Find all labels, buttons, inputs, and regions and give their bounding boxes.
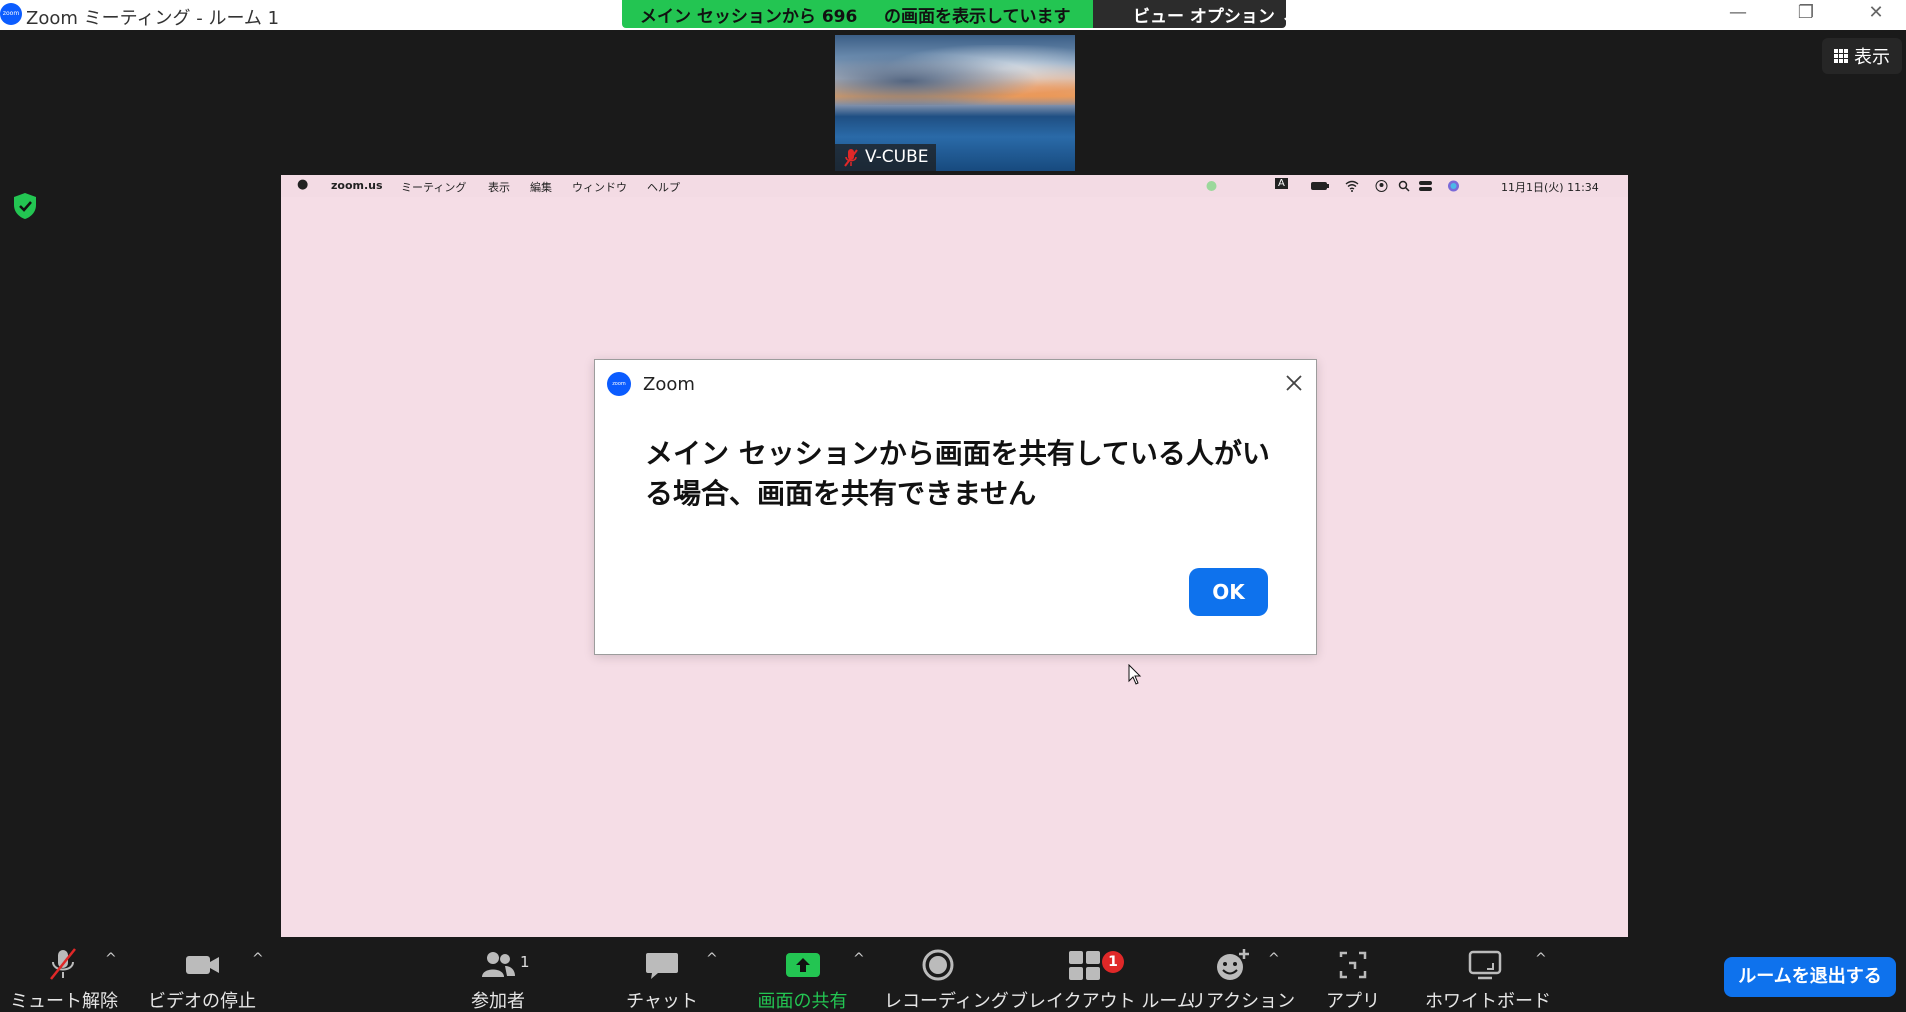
restore-button[interactable]: ❐ (1776, 0, 1836, 28)
breakout-rooms-button[interactable]: 1 ブレイクアウト ルーム (1010, 937, 1195, 1012)
video-options-caret[interactable]: ^ (252, 951, 264, 967)
whiteboard-icon (1468, 950, 1502, 980)
chat-options-caret[interactable]: ^ (706, 951, 718, 967)
unmute-button[interactable]: ミュート解除 (10, 937, 118, 1012)
siri-icon (1448, 180, 1459, 192)
breakout-rooms-label: ブレイクアウト ルーム (1010, 991, 1195, 1012)
participants-icon (482, 952, 515, 977)
stop-video-button[interactable]: ビデオの停止 (146, 937, 258, 1012)
record-label: レコーディング (884, 991, 1009, 1012)
breakout-rooms-icon (1069, 951, 1100, 980)
record-button[interactable]: レコーディング (884, 937, 1009, 1012)
video-camera-icon (186, 956, 219, 974)
participants-button[interactable]: 1 参加者 (458, 937, 538, 1012)
menu-item-help: ヘルプ (647, 181, 680, 194)
cannot-share-dialog: zoom Zoom メイン セッションから画面を共有している人がいる場合、画面を… (594, 359, 1317, 655)
mouse-cursor-icon (1128, 664, 1142, 685)
whiteboard-button[interactable]: ホワイトボード (1425, 937, 1551, 1012)
sharing-status-text-2: の画面を表示しています (884, 7, 1071, 27)
user-icon (1375, 180, 1388, 192)
ok-button[interactable]: OK (1189, 568, 1268, 616)
apple-icon: ● (297, 177, 309, 192)
share-options-caret[interactable]: ^ (853, 951, 865, 967)
menu-item-window: ウィンドウ (572, 181, 627, 194)
view-options-button[interactable]: ビュー オプション ⌄ (1093, 0, 1295, 28)
wifi-icon (1345, 180, 1359, 192)
minimize-button[interactable]: — (1708, 0, 1768, 28)
apps-icon (1339, 951, 1367, 979)
chat-label: チャット (626, 991, 698, 1012)
view-button[interactable]: 表示 (1822, 38, 1902, 74)
control-center-icon (1419, 181, 1432, 191)
reaction-label: リアクション (1188, 991, 1296, 1012)
apps-button[interactable]: アプリ (1316, 937, 1390, 1012)
menu-app-name: zoom.us (331, 179, 383, 192)
menu-item-meeting: ミーティング (401, 181, 467, 194)
meeting-toolbar: ミュート解除 ^ ビデオの停止 ^ 1 参加者 チャット ^ 画面の共有 ^ レ… (0, 937, 1906, 1012)
dialog-title: Zoom (643, 374, 695, 395)
record-icon (922, 949, 954, 981)
menu-bar-clock: 11月1日(火) 11:34 (1501, 181, 1599, 194)
sharing-status-text-1: メイン セッションから 696 (640, 7, 858, 27)
whiteboard-options-caret[interactable]: ^ (1535, 951, 1547, 967)
reaction-options-caret[interactable]: ^ (1268, 951, 1280, 967)
apps-label: アプリ (1326, 991, 1380, 1012)
mic-muted-icon (844, 149, 858, 167)
title-bar: zoom Zoom ミーティング - ルーム 1 メイン セッションから 696… (0, 0, 1906, 30)
grid-icon (1834, 49, 1848, 63)
menu-item-edit: 編集 (530, 181, 552, 194)
share-screen-label: 画面の共有 (757, 991, 848, 1012)
chat-icon (646, 953, 678, 979)
close-window-button[interactable]: ✕ (1846, 0, 1906, 28)
unmute-label: ミュート解除 (10, 991, 118, 1012)
reaction-button[interactable]: リアクション (1188, 937, 1296, 1012)
participants-label: 参加者 (471, 991, 525, 1012)
whiteboard-label: ホワイトボード (1425, 991, 1551, 1012)
participants-count: 1 (520, 953, 530, 971)
reaction-icon (1217, 949, 1249, 980)
zoom-logo-icon: zoom (607, 372, 631, 396)
window-title: Zoom ミーティング - ルーム 1 (26, 8, 280, 29)
leave-room-button[interactable]: ルームを退出する (1724, 957, 1896, 997)
zoom-logo-icon: zoom (0, 3, 22, 25)
security-shield-icon[interactable] (12, 192, 38, 220)
participant-video-thumbnail[interactable]: V-CUBE (835, 35, 1075, 171)
mac-menu-bar: ● zoom.us ミーティング 表示 編集 ウィンドウ ヘルプ A 11月1日… (281, 175, 1628, 197)
chat-button[interactable]: チャット (624, 937, 700, 1012)
battery-icon (1311, 182, 1329, 190)
menu-item-view: 表示 (488, 181, 510, 194)
ocean-sunset-image (835, 45, 1075, 105)
share-screen-icon (785, 953, 820, 977)
dialog-message: メイン セッションから画面を共有している人がいる場合、画面を共有できません (645, 437, 1270, 510)
mic-muted-icon (50, 948, 76, 980)
breakout-rooms-badge: 1 (1102, 951, 1124, 973)
spotlight-search-icon (1398, 180, 1410, 192)
view-button-label: 表示 (1854, 47, 1890, 68)
share-screen-button[interactable]: 画面の共有 (750, 937, 855, 1012)
stop-video-label: ビデオの停止 (148, 991, 256, 1012)
status-dot-icon (1206, 181, 1217, 191)
input-source-icon: A (1275, 178, 1288, 189)
sharing-status-banner: メイン セッションから 696 の画面を表示しています (622, 0, 1093, 28)
audio-options-caret[interactable]: ^ (105, 951, 117, 967)
close-icon[interactable] (1283, 372, 1305, 394)
